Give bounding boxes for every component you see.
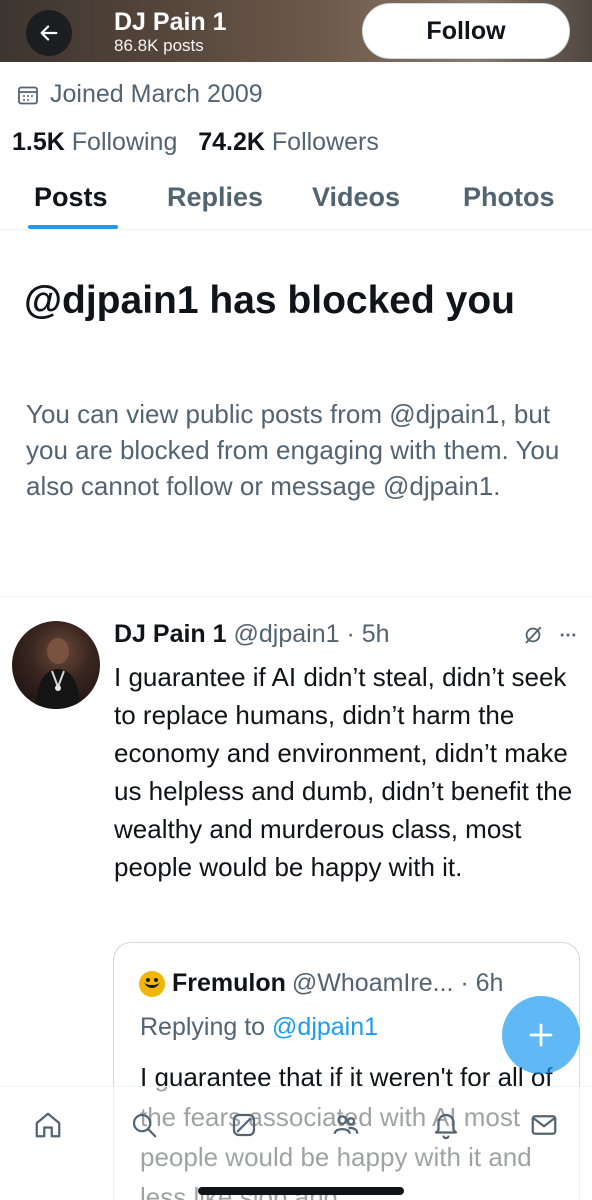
nav-grok[interactable] [226,1107,262,1143]
replying-to: Replying to @djpain1 [140,1013,379,1041]
compose-button[interactable] [502,996,580,1074]
home-indicator [198,1187,404,1195]
quoted-tweet-header: Fremulon @WhoamIre... · 6h [138,969,503,998]
avatar[interactable] [12,621,100,709]
quoted-author-name: Fremulon [172,969,286,997]
nav-notifications[interactable] [428,1107,464,1143]
header-name: DJ Pain 1 [114,8,227,36]
joined-date: Joined March 2009 [16,80,263,109]
tab-replies[interactable]: Replies [167,182,263,213]
quoted-author-avatar [139,970,165,997]
header-post-count: 86.8K posts [114,36,204,55]
blocked-message: You can view public posts from @djpain1,… [26,399,560,501]
search-icon [132,1113,157,1138]
nav-search[interactable] [126,1107,162,1143]
calendar-icon [18,86,38,104]
bottom-navigation [0,1086,592,1200]
profile-tabs: Posts Replies Videos Photos [0,172,592,230]
followers-link[interactable]: 74.2K Followers [198,128,379,156]
messages-icon [531,1115,557,1135]
nav-home[interactable] [30,1107,66,1143]
plus-icon [529,1023,553,1047]
grok-icon[interactable] [522,624,544,646]
tweet-actions-top [522,624,578,646]
nav-messages[interactable] [526,1107,562,1143]
nav-communities[interactable] [328,1107,364,1143]
tweet-header: DJ Pain 1 @djpain1 · 5h [114,620,390,649]
grok-icon [232,1113,256,1137]
notifications-icon [434,1113,458,1140]
tweet-handle-time[interactable]: @djpain1 · 5h [234,620,390,648]
blocked-title: @djpain1 has blocked you [24,279,515,322]
communities-icon [333,1115,359,1135]
active-tab-indicator [28,225,118,229]
tweet-author-name[interactable]: DJ Pain 1 [114,620,227,648]
arrow-left-icon [40,25,58,41]
following-link[interactable]: 1.5K Following [12,128,177,156]
more-horizontal-icon[interactable] [558,625,578,645]
tab-posts[interactable]: Posts [34,182,108,213]
follow-button[interactable]: Follow [362,3,570,59]
header-title-block: DJ Pain 1 86.8K posts [114,8,227,56]
follow-stats: 1.5K Following 74.2K Followers [12,128,379,157]
joined-text: Joined March 2009 [50,80,263,108]
section-divider [0,596,592,597]
tab-photos[interactable]: Photos [463,182,555,213]
tweet-text: I guarantee if AI didn’t steal, didn’t s… [114,662,573,882]
replying-to-handle[interactable]: @djpain1 [272,1013,378,1041]
back-button[interactable] [26,10,72,56]
quoted-handle-time: @WhoamIre... · 6h [291,969,504,997]
avatar-photo [36,638,80,709]
home-icon [35,1112,61,1138]
tab-videos[interactable]: Videos [312,182,400,213]
